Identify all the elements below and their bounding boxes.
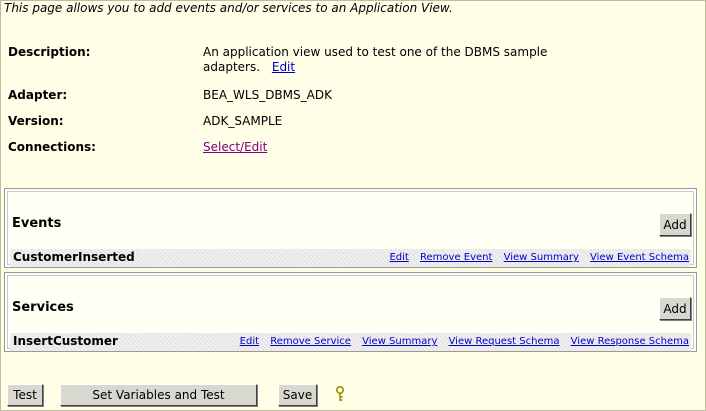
connections-label: Connections: [8, 140, 96, 154]
set-variables-and-test-button[interactable]: Set Variables and Test [60, 384, 257, 406]
description-value: An application view used to test one of … [203, 45, 547, 75]
event-row: CustomerInserted Edit Remove Event View … [10, 249, 691, 267]
version-value: ADK_SAMPLE [203, 114, 283, 128]
intro-text: This page allows you to add events and/o… [4, 1, 453, 15]
connections-select-edit-link[interactable]: Select/Edit [203, 140, 267, 154]
version-label: Version: [8, 114, 64, 128]
service-links: Edit Remove Service View Summary View Re… [232, 336, 689, 347]
service-edit-link[interactable]: Edit [240, 336, 259, 347]
adapter-value: BEA_WLS_DBMS_ADK [203, 88, 332, 102]
event-name: CustomerInserted [13, 250, 135, 264]
service-view-summary-link[interactable]: View Summary [362, 336, 437, 347]
services-panel-inner: Services Add InsertCustomer Edit Remove … [7, 275, 694, 351]
event-view-summary-link[interactable]: View Summary [504, 252, 579, 263]
services-title: Services [12, 300, 74, 315]
help-key-icon[interactable] [335, 385, 345, 406]
view-request-schema-link[interactable]: View Request Schema [449, 336, 560, 347]
event-links: Edit Remove Event View Summary View Even… [381, 252, 689, 263]
service-row: InsertCustomer Edit Remove Service View … [10, 333, 691, 351]
adapter-label: Adapter: [8, 88, 68, 102]
events-title: Events [12, 216, 62, 231]
event-edit-link[interactable]: Edit [389, 252, 408, 263]
connections-value: Select/Edit [203, 140, 267, 155]
test-button[interactable]: Test [7, 384, 43, 406]
events-panel: Events Add CustomerInserted Edit Remove … [4, 188, 697, 268]
events-panel-inner: Events Add CustomerInserted Edit Remove … [7, 191, 694, 267]
remove-service-link[interactable]: Remove Service [270, 336, 351, 347]
service-name: InsertCustomer [13, 334, 118, 348]
description-line1: An application view used to test one of … [203, 45, 548, 59]
save-button[interactable]: Save [278, 384, 317, 406]
remove-event-link[interactable]: Remove Event [420, 252, 492, 263]
services-panel: Services Add InsertCustomer Edit Remove … [4, 272, 697, 352]
description-label: Description: [8, 45, 91, 59]
help-key-icon-svg [335, 385, 345, 401]
view-response-schema-link[interactable]: View Response Schema [571, 336, 689, 347]
add-event-button[interactable]: Add [659, 213, 691, 236]
view-event-schema-link[interactable]: View Event Schema [590, 252, 689, 263]
description-edit-link[interactable]: Edit [272, 60, 295, 74]
description-line2: adapters. [203, 60, 261, 74]
add-service-button[interactable]: Add [659, 297, 691, 320]
